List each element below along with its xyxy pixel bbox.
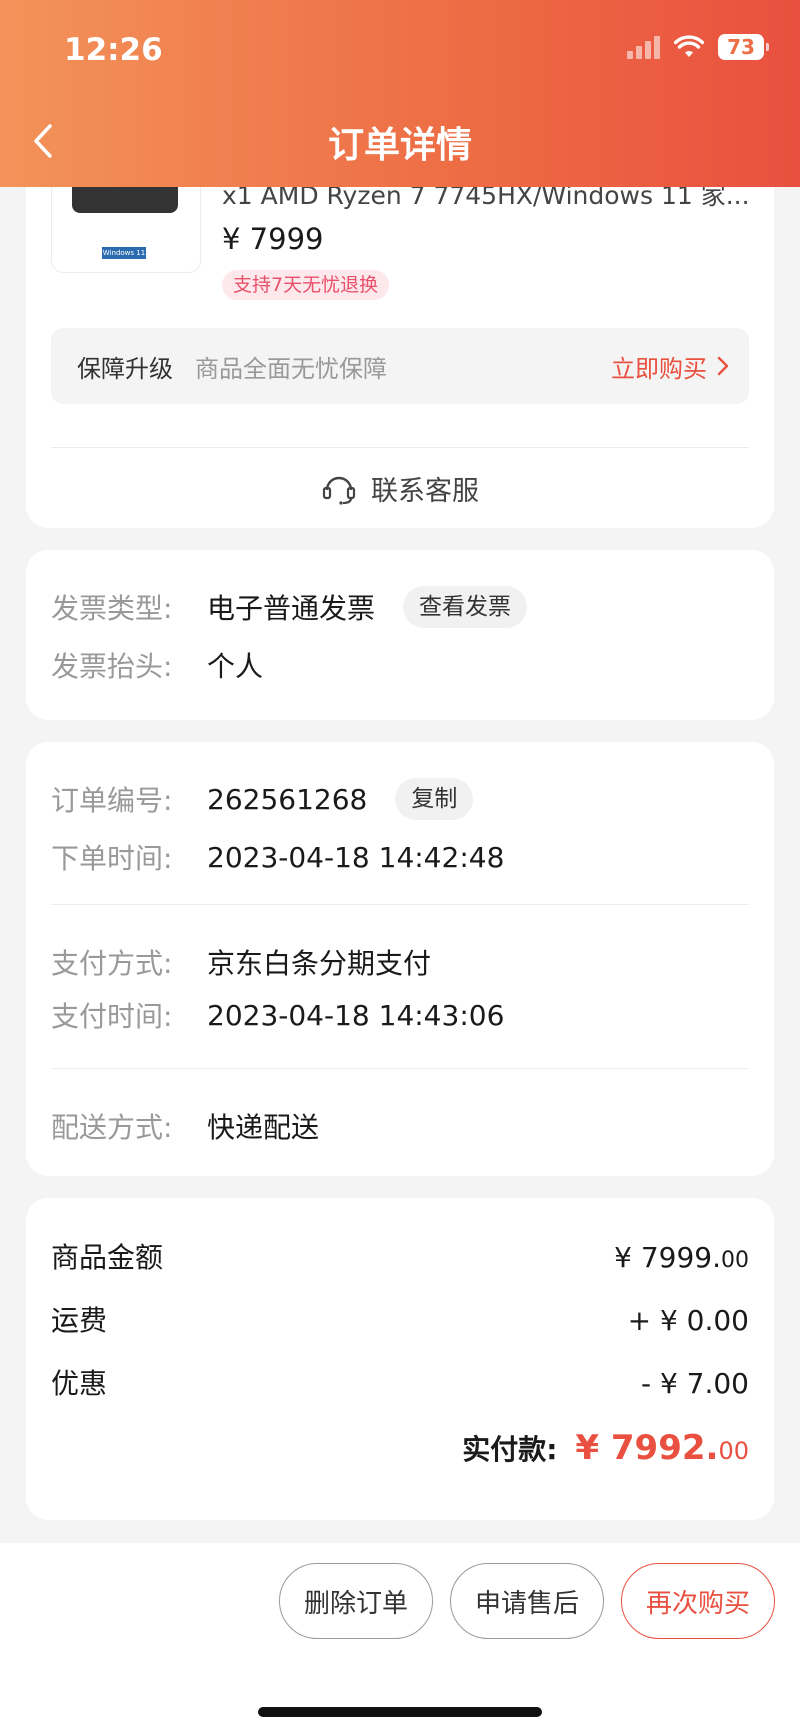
protection-upgrade-bar[interactable]: 保障升级 商品全面无忧保障 立即购买 bbox=[51, 328, 749, 404]
order-time-value: 2023-04-18 14:42:48 bbox=[207, 840, 505, 874]
order-number-row: 订单编号: 262561268 复制 bbox=[51, 778, 474, 820]
discount-value: - ¥ 7.00 bbox=[640, 1367, 749, 1400]
contact-service-label: 联系客服 bbox=[371, 475, 479, 507]
invoice-title-label: 发票抬头: bbox=[51, 650, 173, 683]
pay-method-row: 支付方式: 京东白条分期支付 bbox=[51, 942, 431, 982]
wifi-icon bbox=[674, 35, 704, 57]
buy-again-button[interactable]: 再次购买 bbox=[621, 1563, 775, 1639]
goods-amount-label: 商品金额 bbox=[51, 1241, 164, 1274]
delivery-label: 配送方式: bbox=[51, 1111, 173, 1144]
divider bbox=[51, 1068, 749, 1069]
invoice-title-value: 个人 bbox=[207, 650, 264, 683]
divider bbox=[51, 904, 749, 905]
invoice-type-value: 电子普通发票 bbox=[207, 592, 376, 625]
buy-now-label: 立即购买 bbox=[611, 354, 707, 383]
delivery-value: 快递配送 bbox=[207, 1111, 320, 1144]
goods-amount-row: 商品金额 ¥ 7999.00 bbox=[51, 1236, 749, 1276]
laptop-image bbox=[72, 183, 178, 213]
discount-row: 优惠 - ¥ 7.00 bbox=[51, 1362, 749, 1402]
order-number-label: 订单编号: bbox=[51, 784, 173, 817]
invoice-type-row: 发票类型: 电子普通发票 查看发票 bbox=[51, 586, 528, 628]
invoice-type-label: 发票类型: bbox=[51, 592, 173, 625]
pay-time-value: 2023-04-18 14:43:06 bbox=[207, 998, 505, 1032]
delivery-row: 配送方式: 快递配送 bbox=[51, 1106, 319, 1146]
pay-method-value: 京东白条分期支付 bbox=[207, 947, 432, 980]
view-invoice-button[interactable]: 查看发票 bbox=[403, 586, 528, 628]
goods-amount-int: ¥ 7999. bbox=[614, 1241, 721, 1274]
amount-card: 商品金额 ¥ 7999.00 运费 + ¥ 0.00 优惠 - ¥ 7.00 实… bbox=[26, 1198, 774, 1520]
goods-amount-dec: 00 bbox=[721, 1248, 749, 1273]
shipping-row: 运费 + ¥ 0.00 bbox=[51, 1299, 749, 1339]
headset-icon bbox=[322, 476, 356, 505]
total-amount-dec: 00 bbox=[718, 1437, 749, 1465]
pay-method-label: 支付方式: bbox=[51, 947, 173, 980]
battery-icon: 73 bbox=[718, 34, 769, 60]
upgrade-label: 保障升级 bbox=[77, 354, 173, 383]
pay-time-row: 支付时间: 2023-04-18 14:43:06 bbox=[51, 995, 504, 1035]
product-price: ¥ 7999 bbox=[222, 222, 324, 256]
page-title: 订单详情 bbox=[327, 125, 472, 166]
copy-button[interactable]: 复制 bbox=[395, 778, 474, 820]
status-icons: 73 bbox=[627, 34, 769, 60]
shipping-label: 运费 bbox=[51, 1304, 108, 1337]
signal-icon bbox=[627, 35, 660, 59]
chevron-right-icon bbox=[717, 356, 729, 376]
invoice-title-row: 发票抬头: 个人 bbox=[51, 645, 263, 685]
delete-order-button[interactable]: 删除订单 bbox=[279, 1563, 433, 1639]
return-policy-badge: 支持7天无忧退换 bbox=[222, 270, 390, 300]
total-amount-int: ¥ 7992. bbox=[575, 1428, 719, 1468]
home-indicator bbox=[258, 1707, 542, 1717]
order-info-card: 订单编号: 262561268 复制 下单时间: 2023-04-18 14:4… bbox=[26, 742, 774, 1176]
shipping-value: + ¥ 0.00 bbox=[627, 1304, 749, 1337]
contact-service-button[interactable]: 联系客服 bbox=[26, 448, 774, 528]
pay-time-label: 支付时间: bbox=[51, 1000, 173, 1033]
total-label: 实付款: bbox=[462, 1433, 558, 1466]
discount-label: 优惠 bbox=[51, 1367, 108, 1400]
order-number-value: 262561268 bbox=[207, 782, 368, 816]
total-row: 实付款: ¥ 7992. 00 bbox=[462, 1428, 749, 1468]
order-time-label: 下单时间: bbox=[51, 842, 173, 875]
product-card: Windows 11 x1 AMD Ryzen 7 7745HX/Windows… bbox=[26, 140, 774, 528]
buy-now-link[interactable]: 立即购买 bbox=[611, 328, 729, 404]
bottom-action-bar: 删除订单 申请售后 再次购买 bbox=[0, 1543, 800, 1731]
header-bar: 12:26 73 订单详情 bbox=[0, 0, 800, 187]
status-time: 12:26 bbox=[64, 32, 163, 68]
order-time-row: 下单时间: 2023-04-18 14:42:48 bbox=[51, 837, 504, 877]
invoice-card: 发票类型: 电子普通发票 查看发票 发票抬头: 个人 bbox=[26, 550, 774, 720]
upgrade-desc: 商品全面无忧保障 bbox=[195, 354, 387, 383]
windows-badge: Windows 11 bbox=[102, 247, 146, 259]
goods-amount-value: ¥ 7999.00 bbox=[614, 1241, 749, 1274]
after-sale-button[interactable]: 申请售后 bbox=[450, 1563, 604, 1639]
